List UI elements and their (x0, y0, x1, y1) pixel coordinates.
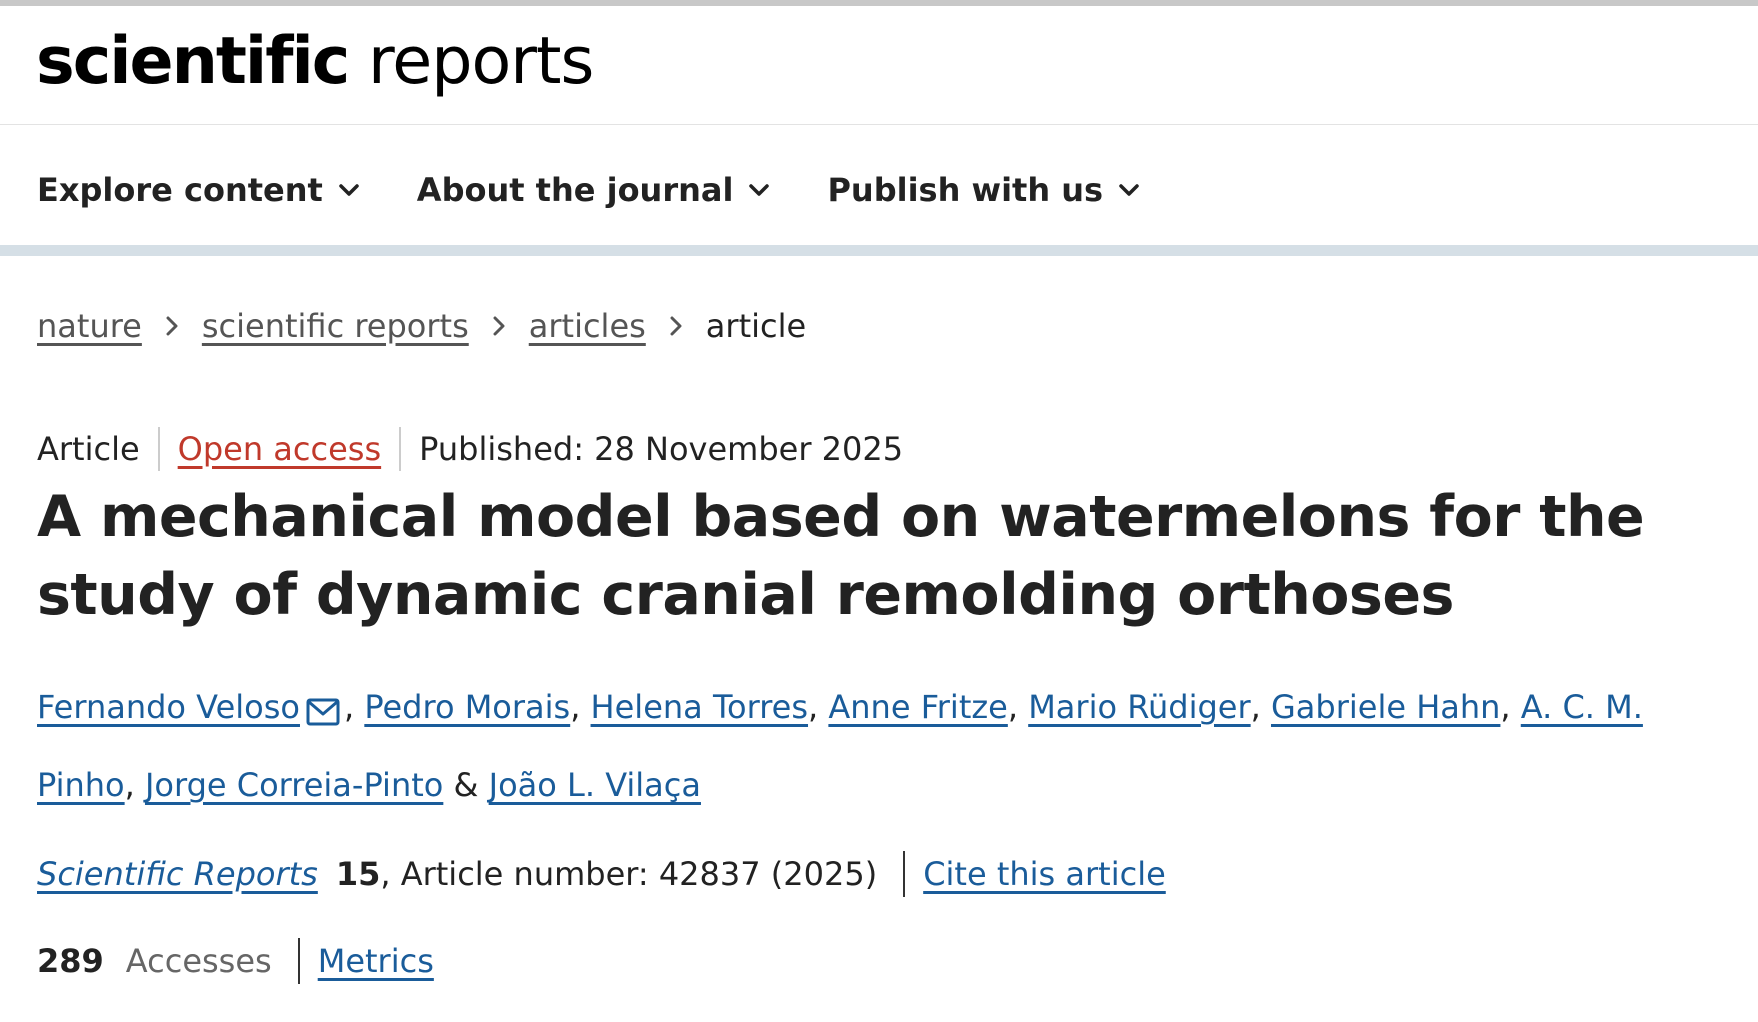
chevron-down-icon (1119, 184, 1139, 196)
nav-item-label: Publish with us (827, 171, 1104, 209)
cite-this-article-link[interactable]: Cite this article (923, 855, 1166, 893)
article-meta: Article Open access Published: 28 Novemb… (37, 427, 903, 471)
journal-logo[interactable]: scientific reports (36, 22, 594, 102)
accesses-count: 289 (37, 942, 104, 980)
journal-link[interactable]: Scientific Reports (37, 855, 318, 893)
top-border (0, 0, 1758, 6)
logo-bold-text: scientific (36, 24, 350, 99)
author-link[interactable]: Jorge Correia-Pinto (145, 766, 443, 804)
logo-regular-text: reports (348, 24, 594, 99)
chevron-right-icon (670, 316, 682, 336)
author-link[interactable]: Gabriele Hahn (1271, 688, 1500, 726)
author-separator: , (808, 688, 829, 726)
chevron-down-icon (749, 184, 770, 196)
nav-explore-content[interactable]: Explore content (37, 171, 359, 209)
meta-divider (157, 427, 160, 471)
author-separator: , (124, 766, 145, 804)
author-link[interactable]: João L. Vilaça (489, 766, 701, 804)
nav-publish-with-us[interactable]: Publish with us (827, 171, 1139, 209)
author-and: & (443, 766, 489, 804)
author-separator: , (1007, 688, 1029, 726)
breadcrumb-current: article (705, 307, 807, 345)
nav-divider-band (0, 245, 1758, 256)
author-separator: , (570, 688, 591, 726)
metrics-link[interactable]: Metrics (318, 942, 434, 980)
author-link[interactable]: Helena Torres (591, 688, 808, 726)
author-separator: , (343, 688, 365, 726)
article-type: Article (37, 430, 140, 468)
citation-line: Scientific Reports 15 , Article number: … (37, 851, 1166, 897)
breadcrumb-scientific-reports[interactable]: scientific reports (202, 307, 469, 345)
article-title: A mechanical model based on watermelons … (37, 484, 1645, 628)
author-separator: , (1250, 688, 1271, 726)
chevron-right-icon (166, 316, 178, 336)
breadcrumb: nature scientific reports articles artic… (37, 306, 806, 346)
author-link[interactable]: Fernando Veloso (37, 688, 300, 726)
published-date: Published: 28 November 2025 (419, 430, 904, 468)
citation-divider (903, 851, 906, 897)
breadcrumb-articles[interactable]: articles (529, 307, 646, 345)
nav-item-label: Explore content (37, 171, 323, 209)
article-number: , Article number: 42837 (2025) (380, 855, 878, 893)
nav-about-journal[interactable]: About the journal (417, 171, 770, 209)
nav-item-label: About the journal (416, 171, 734, 209)
author-link[interactable]: Anne Fritze (828, 688, 1007, 726)
author-separator: , (1500, 688, 1521, 726)
open-access-link[interactable]: Open access (178, 430, 381, 468)
chevron-right-icon (493, 316, 505, 336)
chevron-down-icon (339, 184, 359, 196)
breadcrumb-nature[interactable]: nature (37, 307, 142, 345)
author-list: Fernando Veloso, Pedro Morais, Helena To… (37, 672, 1677, 820)
meta-divider (399, 427, 402, 471)
author-link[interactable]: Mario Rüdiger (1028, 688, 1250, 726)
main-nav: Explore content About the journal Publis… (37, 168, 1197, 212)
accesses-label: Accesses (125, 942, 272, 980)
author-link[interactable]: Pedro Morais (364, 688, 570, 726)
volume-number: 15 (335, 855, 381, 893)
access-metrics: 289 Accesses Metrics (37, 938, 434, 984)
header-divider (0, 124, 1758, 125)
metrics-divider (297, 938, 300, 984)
email-icon[interactable] (306, 680, 340, 750)
